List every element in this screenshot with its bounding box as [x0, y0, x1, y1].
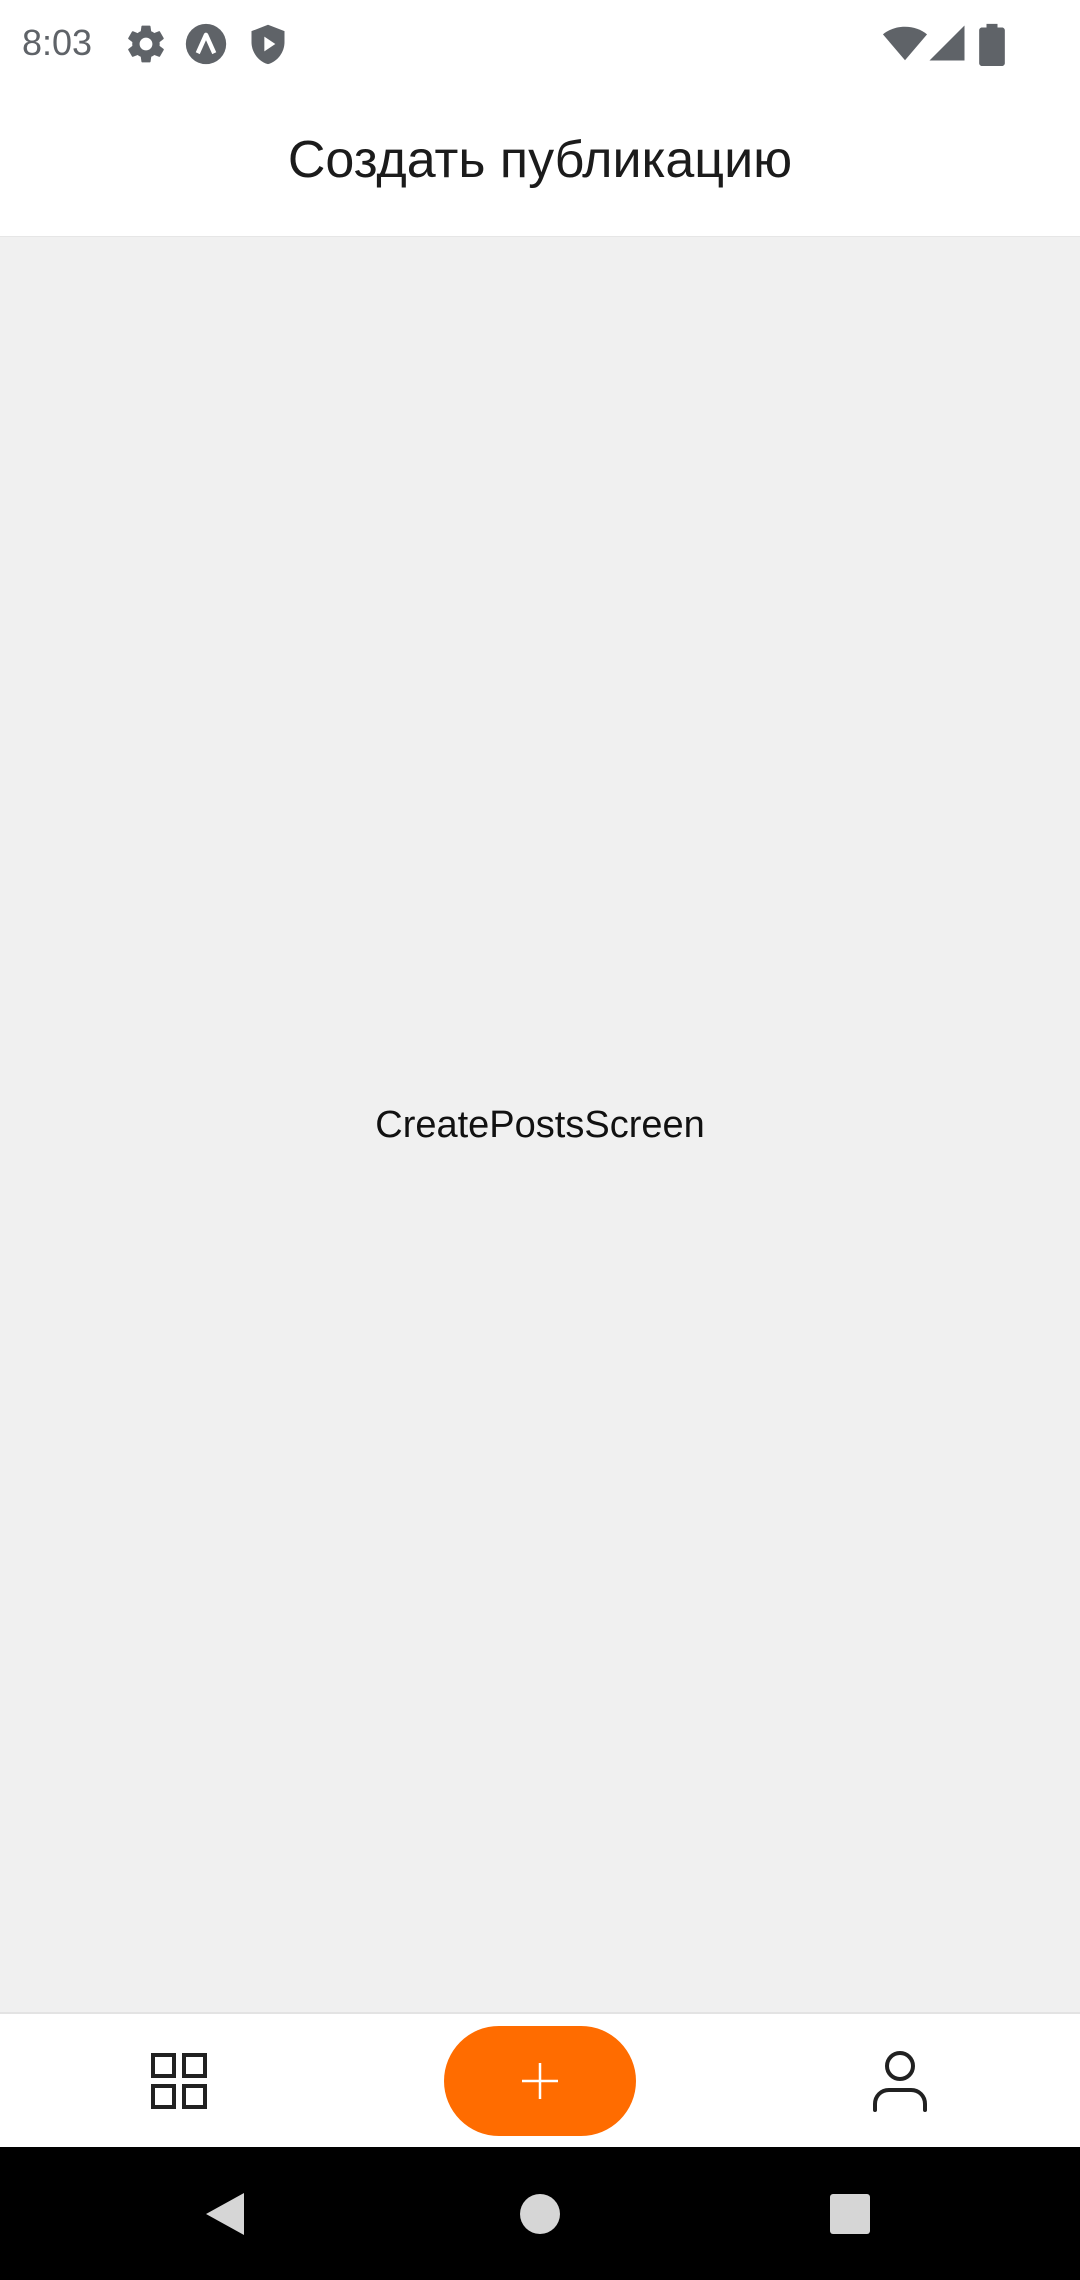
- signal-icon: [926, 22, 970, 66]
- status-time: 8:03: [22, 22, 93, 63]
- gear-icon: [124, 22, 168, 66]
- user-icon: [873, 2051, 927, 2112]
- battery-icon: [976, 22, 1008, 66]
- system-nav-bar: [0, 2147, 1080, 2280]
- home-button[interactable]: [515, 2189, 565, 2239]
- screen-placeholder-label: CreatePostsScreen: [375, 1104, 705, 1146]
- status-bar: 8:03: [0, 0, 1080, 88]
- main-content: CreatePostsScreen: [0, 237, 1080, 2012]
- back-button[interactable]: [200, 2189, 250, 2239]
- plus-icon: [522, 2063, 558, 2099]
- tab-create-post-button[interactable]: [444, 2026, 636, 2136]
- wifi-icon: [882, 20, 928, 66]
- bottom-tab-bar: [0, 2012, 1080, 2149]
- a-icon: [184, 22, 228, 66]
- home-icon: [520, 2194, 560, 2234]
- recents-button[interactable]: [825, 2189, 875, 2239]
- shield-play-icon: [246, 22, 290, 66]
- back-icon: [206, 2193, 244, 2235]
- page-title: Создать публикацию: [287, 131, 793, 189]
- tab-posts[interactable]: [150, 2052, 208, 2110]
- recents-icon: [830, 2194, 870, 2234]
- grid-icon: [151, 2053, 207, 2109]
- tab-profile[interactable]: [870, 2050, 930, 2112]
- screen: 8:03 Создать публикацию CreatePostsScree…: [0, 0, 1080, 2280]
- header: Создать публикацию: [0, 88, 1080, 237]
